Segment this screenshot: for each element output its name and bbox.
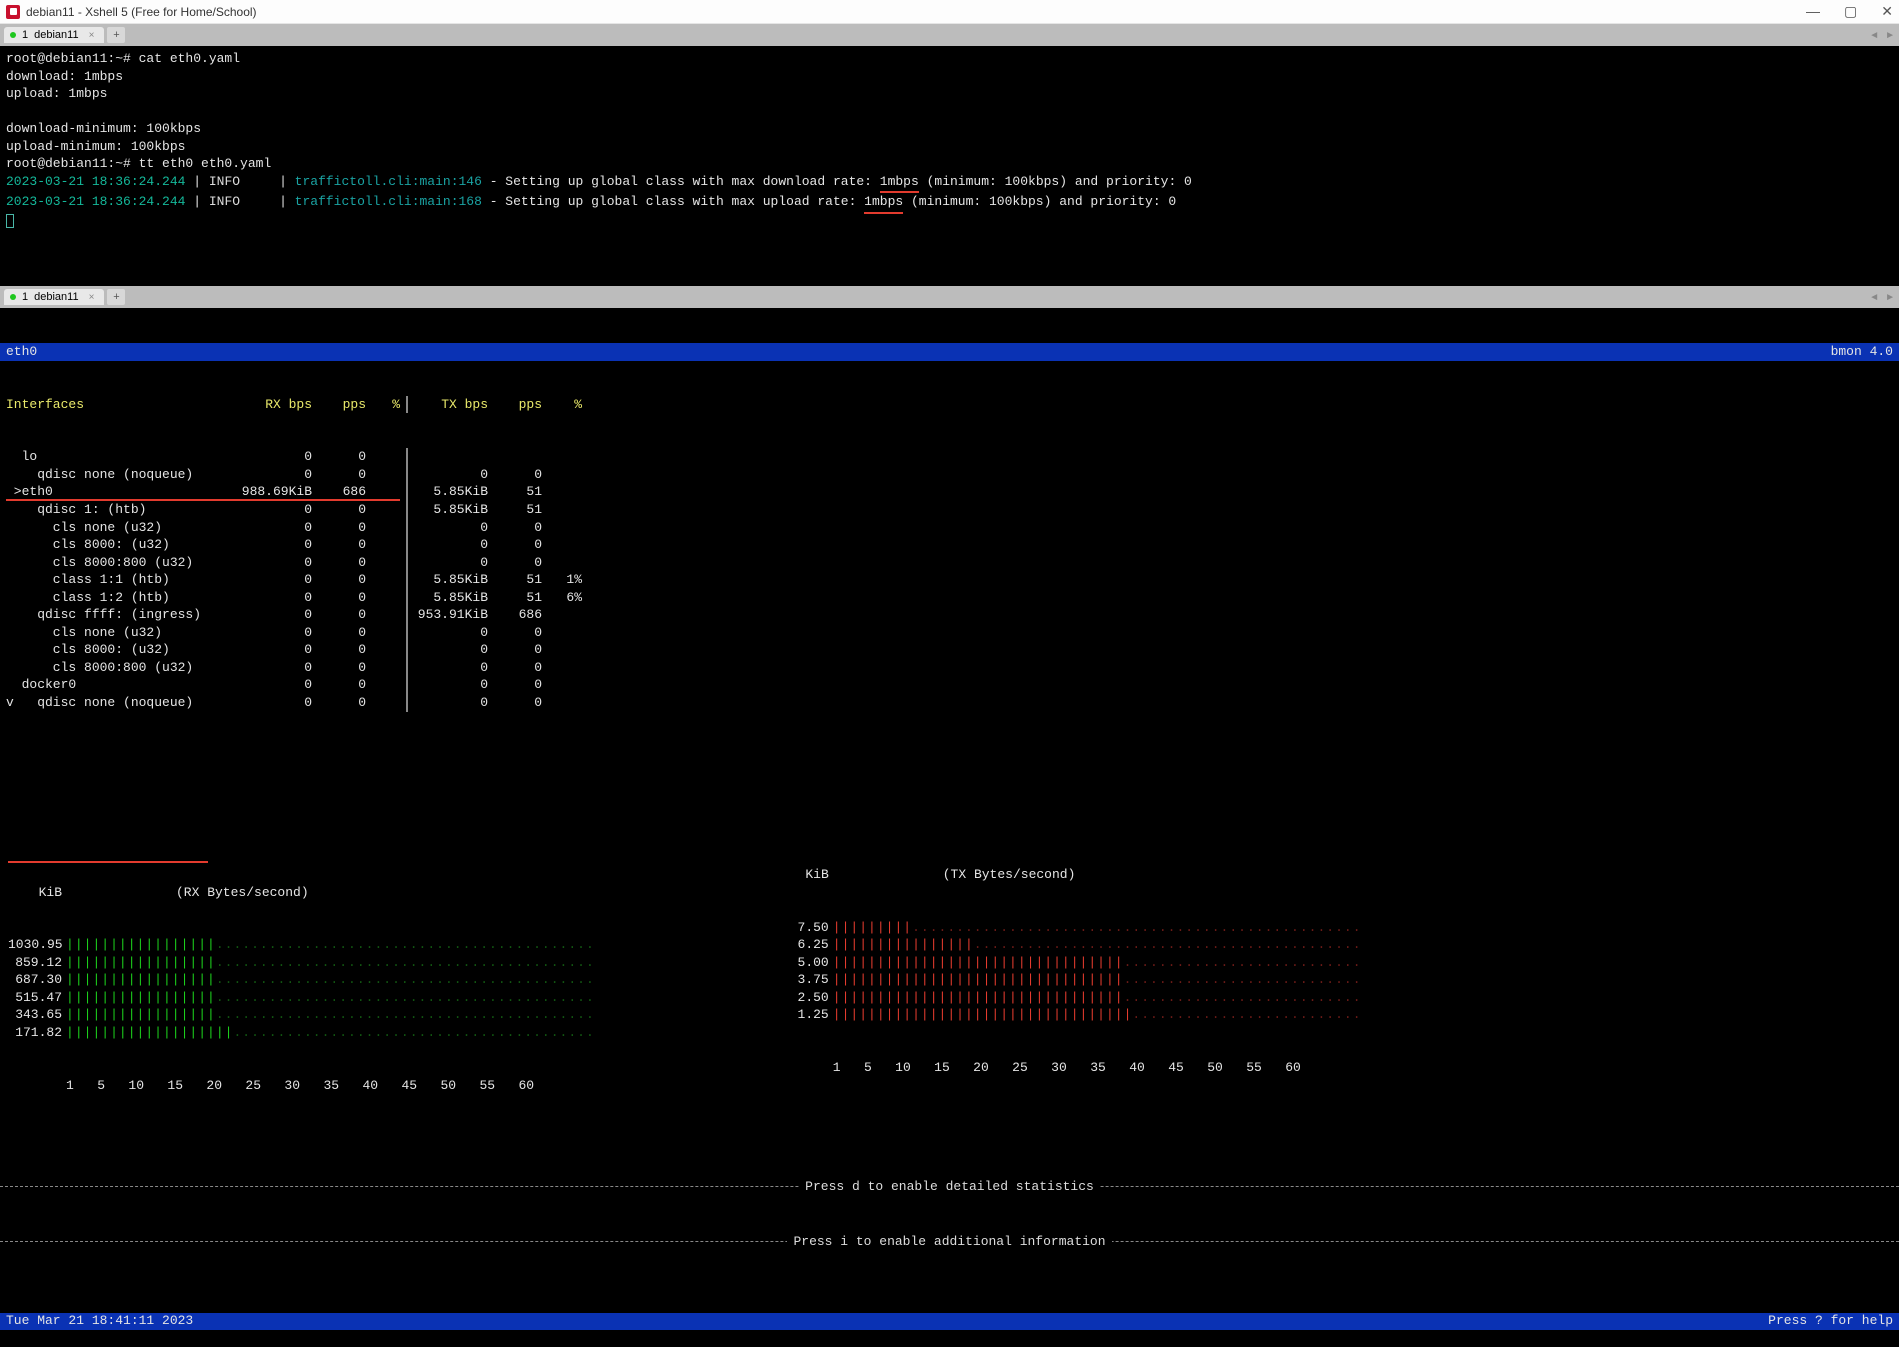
add-tab-button[interactable]: + [107, 289, 125, 305]
bmon-version: bmon 4.0 [1831, 343, 1893, 361]
tab-prev-icon[interactable]: ◄ [1869, 292, 1879, 303]
bmon-hint-2: Press i to enable additional information [0, 1241, 1899, 1260]
tab-debian11-top[interactable]: 1 debian11 × [4, 27, 104, 43]
table-row: lo00 [0, 448, 1899, 466]
app-logo-icon [6, 5, 20, 19]
maximize-button[interactable]: ▢ [1844, 3, 1857, 20]
table-row: qdisc 1: (htb)005.85KiB51 [0, 501, 1899, 519]
table-row: qdisc none (noqueue)0000 [0, 466, 1899, 484]
tab-next-icon[interactable]: ► [1885, 30, 1895, 41]
tab-label: debian11 [34, 291, 78, 303]
status-dot-icon [10, 294, 16, 300]
window-buttons: — ▢ ✕ [1806, 3, 1893, 20]
bmon-help: Press ? for help [1768, 1312, 1893, 1330]
window-title: debian11 - Xshell 5 (Free for Home/Schoo… [26, 5, 1806, 19]
term-line: root@debian11:~# cat eth0.yaml [6, 51, 240, 66]
graph-x-axis: 1 5 10 15 20 25 30 35 40 45 50 55 60 [66, 1077, 595, 1095]
table-row: cls 8000:800 (u32)0000 [0, 554, 1899, 572]
table-row: cls none (u32)0000 [0, 624, 1899, 642]
table-row: cls 8000: (u32)0000 [0, 641, 1899, 659]
graph-x-axis: 1 5 10 15 20 25 30 35 40 45 50 55 60 [833, 1059, 1362, 1077]
terminal-top[interactable]: root@debian11:~# cat eth0.yaml download:… [0, 46, 1899, 286]
log-line-1: 2023-03-21 18:36:24.244 | INFO | traffic… [6, 174, 1192, 189]
bmon-hint-1: Press d to enable detailed statistics [0, 1186, 1899, 1205]
table-row: cls 8000:800 (u32)0000 [0, 659, 1899, 677]
bmon-graphs: KiB(RX Bytes/second) 1030.95||||||||||||… [0, 827, 1899, 1131]
table-row: cls none (u32)0000 [0, 519, 1899, 537]
bmon-header-bar: eth0 bmon 4.0 [0, 343, 1899, 361]
terminal-bmon[interactable]: eth0 bmon 4.0 InterfacesRX bpspps%TX bps… [0, 308, 1899, 1347]
close-button[interactable]: ✕ [1881, 3, 1893, 20]
bmon-table-body: lo00 qdisc none (noqueue)0000 >eth0988.6… [0, 448, 1899, 711]
tab-close-icon[interactable]: × [89, 30, 95, 41]
table-row: cls 8000: (u32)0000 [0, 536, 1899, 554]
term-line: download: 1mbps [6, 69, 123, 84]
graph-rx: KiB(RX Bytes/second) 1030.95||||||||||||… [8, 831, 595, 1129]
table-row: docker00000 [0, 676, 1899, 694]
minimize-button[interactable]: — [1806, 3, 1820, 20]
tab-debian11-bottom[interactable]: 1 debian11 × [4, 289, 104, 305]
table-row: v qdisc none (noqueue)0000 [0, 694, 1899, 712]
tabstrip-top: 1 debian11 × + ◄ ► [0, 24, 1899, 46]
add-tab-button[interactable]: + [107, 27, 125, 43]
tabstrip-bottom: 1 debian11 × + ◄ ► [0, 286, 1899, 308]
bmon-status-bar: Tue Mar 21 18:41:11 2023 Press ? for hel… [0, 1313, 1899, 1330]
tab-index: 1 [22, 29, 28, 41]
cursor-icon [6, 214, 14, 228]
term-line: download-minimum: 100kbps [6, 121, 201, 136]
bmon-clock: Tue Mar 21 18:41:11 2023 [6, 1312, 193, 1330]
tab-prev-icon[interactable]: ◄ [1869, 30, 1879, 41]
tab-next-icon[interactable]: ► [1885, 292, 1895, 303]
status-dot-icon [10, 32, 16, 38]
tab-label: debian11 [34, 29, 78, 41]
annotation-redline-icon [8, 861, 208, 863]
tab-close-icon[interactable]: × [89, 292, 95, 303]
tab-nav: ◄ ► [1869, 30, 1895, 41]
term-line: upload-minimum: 100kbps [6, 139, 185, 154]
tab-index: 1 [22, 291, 28, 303]
term-line: upload: 1mbps [6, 86, 107, 101]
window-titlebar: debian11 - Xshell 5 (Free for Home/Schoo… [0, 0, 1899, 24]
log-line-2: 2023-03-21 18:36:24.244 | INFO | traffic… [6, 194, 1176, 209]
graph-tx: KiB(TX Bytes/second) 7.50|||||||||......… [775, 831, 1362, 1129]
bmon-columns: InterfacesRX bpspps%TX bpspps% [0, 396, 1899, 414]
term-line: root@debian11:~# tt eth0 eth0.yaml [6, 156, 271, 171]
table-row: class 1:1 (htb)005.85KiB511% [0, 571, 1899, 589]
bmon-iface: eth0 [6, 343, 37, 361]
tab-nav: ◄ ► [1869, 292, 1895, 303]
table-row: qdisc ffff: (ingress)00953.91KiB686 [0, 606, 1899, 624]
table-row: class 1:2 (htb)005.85KiB516% [0, 589, 1899, 607]
